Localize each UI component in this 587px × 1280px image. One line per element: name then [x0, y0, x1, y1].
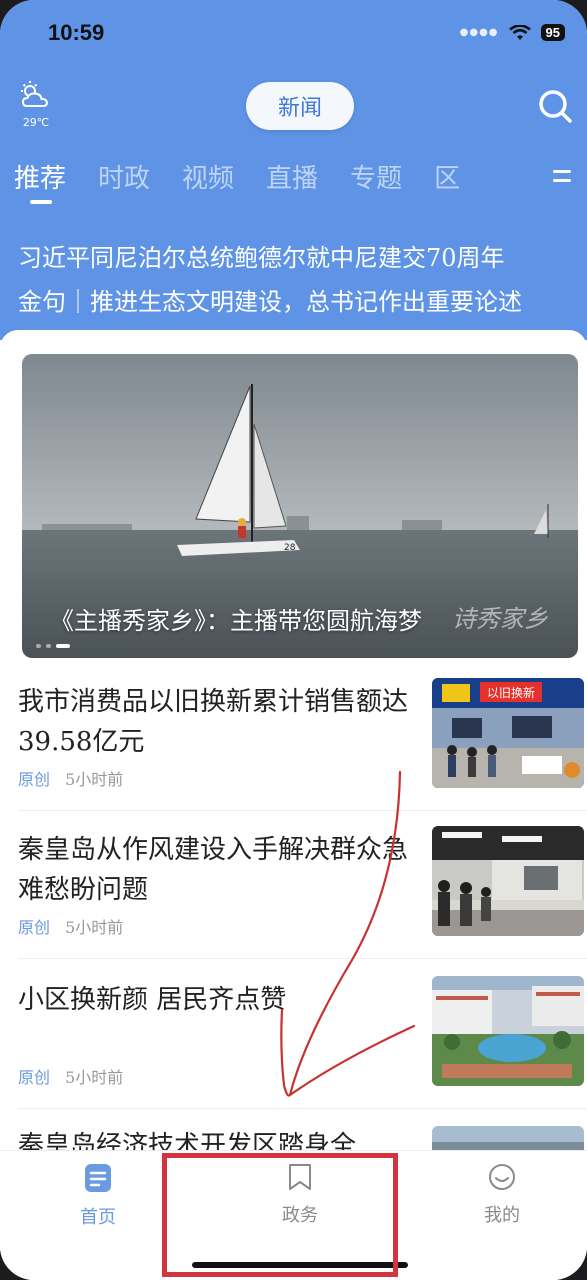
nav-home-label: 首页: [80, 1207, 116, 1228]
thumb-sign-text: 以旧换新: [487, 685, 535, 700]
news-title: 秦皇岛从作风建设入手解决群众急难愁盼问题: [18, 835, 409, 905]
news-title: 我市消费品以旧换新累计销售额达39.58亿元: [18, 687, 409, 757]
highlight-box-annotation: [162, 1153, 398, 1277]
hero-banner[interactable]: 28 《主播秀家乡》：主播带您圆航海梦 诗秀家乡: [22, 354, 578, 658]
news-time: 5小时前: [65, 770, 124, 789]
divider: [18, 1108, 587, 1109]
news-thumbnail: [432, 826, 584, 936]
nav-profile[interactable]: 我的: [442, 1163, 562, 1227]
divider: [18, 810, 587, 811]
news-meta: 原创 5小时前: [18, 1064, 123, 1088]
news-title-pill[interactable]: 新闻: [246, 82, 354, 130]
home-doc-icon: [85, 1164, 111, 1192]
tab-district[interactable]: 区: [434, 158, 460, 195]
tab-live[interactable]: 直播: [266, 158, 318, 195]
news-tag: 原创: [18, 770, 51, 789]
battery-icon: 95: [540, 24, 565, 41]
smiley-icon: [489, 1164, 515, 1190]
status-icons: ●●●● 95: [460, 24, 565, 41]
news-item[interactable]: 秦皇岛经济技术开发区踏身全: [0, 1126, 587, 1150]
nav-home[interactable]: 首页: [38, 1163, 158, 1229]
headline-ticker-1[interactable]: 习近平同尼泊尔总统鲍德尔就中尼建交70周年: [18, 238, 505, 273]
wifi-icon: [508, 24, 531, 40]
nav-profile-label: 我的: [484, 1205, 520, 1226]
tab-politics[interactable]: 时政: [98, 158, 150, 195]
tab-video[interactable]: 视频: [182, 158, 234, 195]
news-thumbnail: 以旧换新: [432, 678, 584, 788]
search-icon[interactable]: [537, 88, 573, 124]
hero-caption: 《主播秀家乡》：主播带您圆航海梦: [50, 607, 422, 635]
carousel-indicator: [36, 644, 70, 648]
active-tab-indicator: [30, 200, 52, 204]
news-title: 小区换新颜 居民齐点赞: [18, 985, 287, 1015]
signal-icon: ●●●●: [459, 27, 499, 38]
weather-temperature: 29℃: [22, 116, 50, 129]
news-meta: 原创 5小时前: [18, 914, 123, 938]
phone-screen: 10:59 ●●●● 95 29℃ 新闻 推荐 时政 视频 直播 专题 区 习近…: [0, 0, 587, 1280]
weather-sun-cloud-icon: [21, 81, 49, 107]
news-thumbnail: [432, 1126, 584, 1150]
news-item[interactable]: 秦皇岛从作风建设入手解决群众急难愁盼问题 原创 5小时前: [0, 826, 587, 974]
tab-recommended[interactable]: 推荐: [14, 158, 66, 195]
news-time: 5小时前: [65, 918, 124, 937]
news-item[interactable]: 小区换新颜 居民齐点赞 原创 5小时前: [0, 976, 587, 1124]
status-time: 10:59: [48, 20, 105, 45]
sail-number: 28: [284, 543, 296, 553]
news-time: 5小时前: [65, 1068, 124, 1087]
news-tag: 原创: [18, 1068, 51, 1087]
weather-widget[interactable]: 29℃: [16, 80, 56, 129]
divider: [18, 958, 587, 959]
channel-menu-icon[interactable]: [553, 170, 571, 188]
news-item[interactable]: 我市消费品以旧换新累计销售额达39.58亿元 原创 5小时前 以旧换新: [0, 678, 587, 826]
news-tag: 原创: [18, 918, 51, 937]
tab-topics[interactable]: 专题: [350, 158, 402, 195]
channel-tabs: 推荐 时政 视频 直播 专题 区: [14, 158, 460, 195]
headline-ticker-2[interactable]: 金句｜推进生态文明建设，总书记作出重要论述: [18, 282, 522, 317]
news-thumbnail: [432, 976, 584, 1086]
news-meta: 原创 5小时前: [18, 766, 123, 790]
hero-watermark: 诗秀家乡: [452, 605, 548, 633]
news-title: 秦皇岛经济技术开发区踏身全: [18, 1131, 357, 1150]
